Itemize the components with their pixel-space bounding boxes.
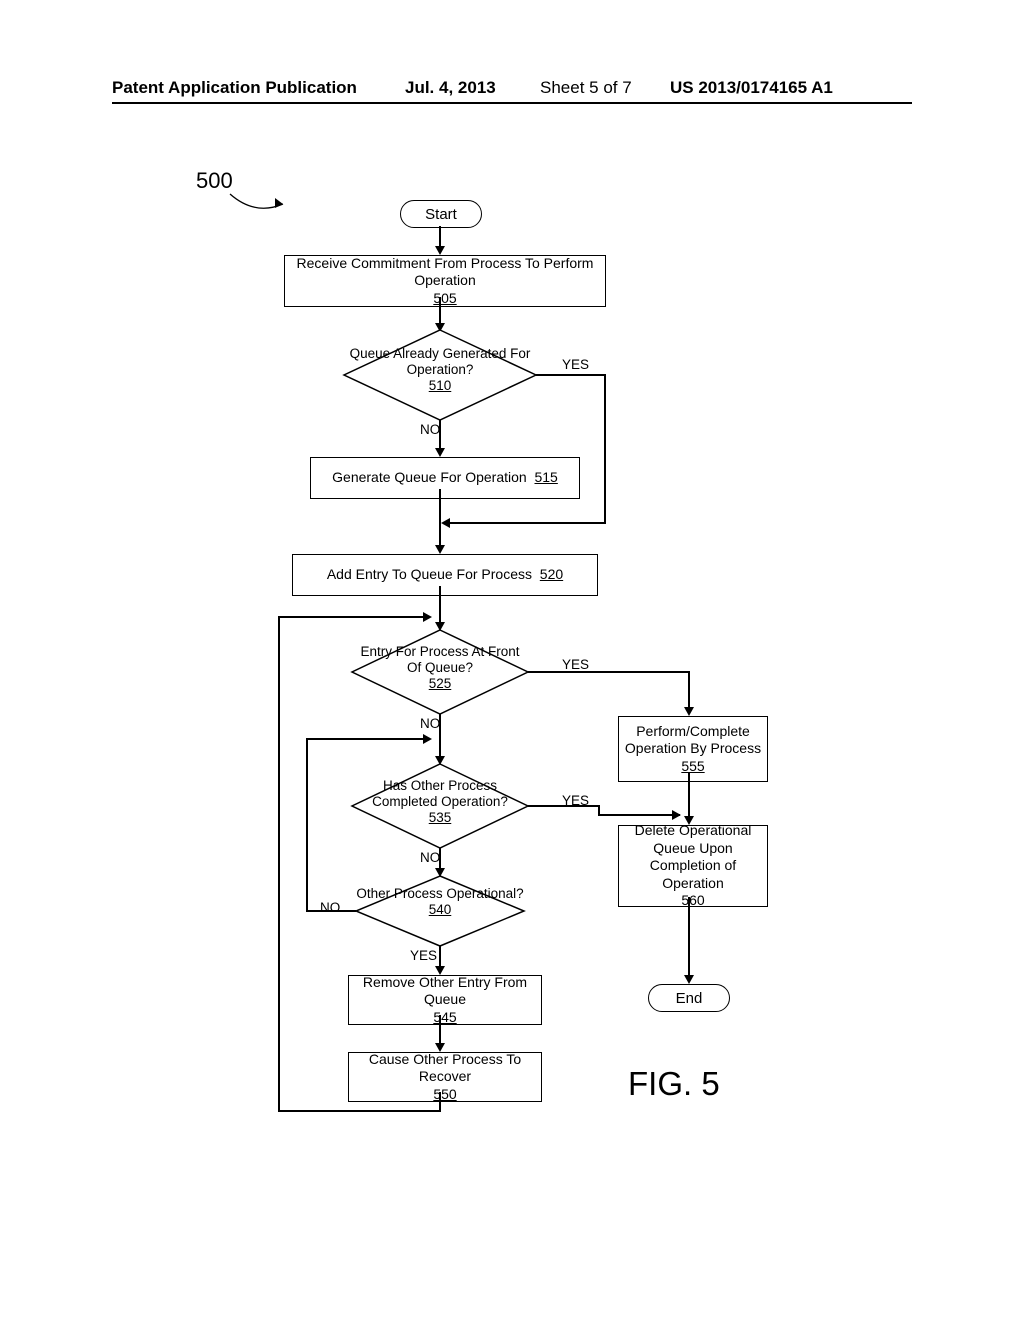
node-535-label: Has Other Process Completed Operation?	[352, 778, 528, 810]
edge	[688, 897, 690, 977]
node-510-ref: 510	[344, 378, 536, 394]
node-end: End	[648, 984, 730, 1012]
edge	[439, 1015, 441, 1045]
node-560: Delete Operational Queue Upon Completion…	[618, 825, 768, 907]
header-date: Jul. 4, 2013	[405, 78, 496, 98]
edge	[528, 671, 690, 673]
label-yes-510: YES	[562, 357, 589, 372]
node-525-label: Entry For Process At Front Of Queue?	[352, 644, 528, 676]
node-505-ref: 505	[433, 290, 456, 308]
node-505: Receive Commitment From Process To Perfo…	[284, 255, 606, 307]
node-505-label: Receive Commitment From Process To Perfo…	[289, 255, 601, 290]
edge	[536, 374, 606, 376]
node-535: Has Other Process Completed Operation? 5…	[352, 764, 528, 848]
header-pubno: US 2013/0174165 A1	[670, 78, 833, 98]
node-start: Start	[400, 200, 482, 228]
edge	[439, 1092, 441, 1112]
node-555-label: Perform/Complete Operation By Process	[623, 723, 763, 758]
header-publication: Patent Application Publication	[112, 78, 357, 98]
node-510-label: Queue Already Generated For Operation?	[344, 346, 536, 378]
node-start-label: Start	[425, 206, 457, 223]
node-520-label: Add Entry To Queue For Process	[327, 566, 532, 582]
node-545-label: Remove Other Entry From Queue	[353, 974, 537, 1009]
node-550-label: Cause Other Process To Recover	[353, 1051, 537, 1086]
edge	[439, 946, 441, 968]
edge	[449, 522, 606, 524]
node-535-ref: 535	[352, 810, 528, 826]
node-555-ref: 555	[681, 758, 704, 776]
edge	[280, 1110, 441, 1112]
edge	[306, 738, 426, 740]
node-525: Entry For Process At Front Of Queue? 525	[352, 630, 528, 714]
arrow-down-icon	[435, 246, 445, 255]
edge	[439, 586, 441, 624]
edge	[439, 297, 441, 325]
edge	[439, 714, 441, 758]
node-515: Generate Queue For Operation 515	[310, 457, 580, 499]
node-520-ref: 520	[540, 566, 563, 582]
header-rule	[112, 102, 912, 104]
node-545-ref: 545	[433, 1009, 456, 1025]
label-no-535: NO	[420, 850, 440, 865]
node-540: Other Process Operational? 540	[356, 876, 524, 946]
node-510: Queue Already Generated For Operation? 5…	[344, 330, 536, 420]
node-520: Add Entry To Queue For Process 520	[292, 554, 598, 596]
node-end-label: End	[676, 990, 703, 1007]
label-yes-540: YES	[410, 948, 437, 963]
label-no-540: NO	[320, 900, 340, 915]
edge	[439, 420, 441, 450]
arrow-down-icon	[435, 545, 445, 554]
node-560-ref: 560	[681, 892, 704, 908]
node-540-label: Other Process Operational?	[356, 886, 524, 902]
node-515-label: Generate Queue For Operation	[332, 469, 527, 485]
node-555: Perform/Complete Operation By Process 55…	[618, 716, 768, 782]
edge	[688, 671, 690, 709]
header-sheet: Sheet 5 of 7	[540, 78, 632, 98]
edge	[598, 814, 680, 816]
edge	[278, 616, 280, 1112]
edge	[439, 848, 441, 870]
figure-number-leader	[225, 176, 295, 216]
edge	[604, 374, 606, 524]
edge	[278, 616, 426, 618]
edge	[439, 489, 441, 547]
node-550-ref: 550	[433, 1086, 456, 1102]
edge	[688, 772, 690, 818]
arrow-down-icon	[684, 975, 694, 984]
page: Patent Application Publication Jul. 4, 2…	[0, 0, 1024, 1320]
figure-label: FIG. 5	[628, 1065, 720, 1103]
arrow-down-icon	[684, 707, 694, 716]
node-540-ref: 540	[356, 902, 524, 918]
arrow-down-icon	[435, 448, 445, 457]
label-no-510: NO	[420, 422, 440, 437]
edge	[308, 910, 356, 912]
node-545: Remove Other Entry From Queue 545	[348, 975, 542, 1025]
node-525-ref: 525	[352, 676, 528, 692]
node-550: Cause Other Process To Recover 550	[348, 1052, 542, 1102]
node-515-ref: 515	[534, 469, 557, 485]
edge	[528, 805, 600, 807]
arrow-left-icon	[441, 518, 450, 528]
edge	[306, 738, 308, 912]
label-yes-525: YES	[562, 657, 589, 672]
label-no-525: NO	[420, 716, 440, 731]
edge	[439, 226, 441, 248]
node-560-label: Delete Operational Queue Upon Completion…	[623, 822, 763, 892]
